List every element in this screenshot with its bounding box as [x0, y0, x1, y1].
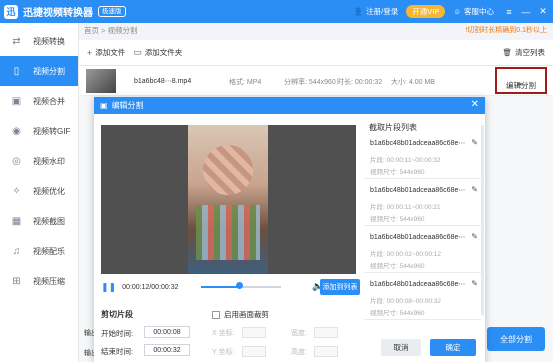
- time-display: 00:00:12/00:00:32: [122, 283, 179, 291]
- sidebar-item-watermark[interactable]: ◎ 视频水印: [0, 146, 78, 176]
- list-item[interactable]: b1a6bc48b01adceaa86c68e⋯ ✎ 片段: 00:00:08~…: [364, 274, 481, 320]
- sidebar-item-convert[interactable]: ⇄ 视频转换: [0, 26, 78, 56]
- list-item[interactable]: b1a6bc48b01adceaa86c68e⋯ ✎ 片段: 00:00:11~…: [364, 180, 481, 226]
- crop-width-label: 宽度:: [291, 330, 307, 337]
- sidebar-item-split[interactable]: ▯ 视频分割: [0, 56, 78, 86]
- clear-list-button[interactable]: 🗑 清空列表: [502, 47, 545, 58]
- ok-button[interactable]: 确定: [430, 339, 476, 356]
- user-icon: 👤: [353, 7, 364, 16]
- file-duration: 时长: 00:00:32: [337, 79, 383, 86]
- list-item[interactable]: b1a6bc48b01adceaa86c68e⋯ ✎ 片段: 00:00:11~…: [364, 133, 481, 179]
- video-frame: [188, 125, 268, 274]
- headset-icon: ☺: [453, 7, 461, 16]
- crop-x-label: X 坐标:: [212, 330, 235, 337]
- edit-pencil-icon[interactable]: ✎: [471, 279, 478, 288]
- file-format: 格式: MP4: [229, 79, 262, 86]
- video-thumbnail: [86, 69, 116, 93]
- segment-list-title: 截取片段列表: [369, 123, 417, 132]
- cancel-button[interactable]: 取消: [381, 339, 421, 356]
- file-name: b1a6bc48⋯8.mp4: [134, 78, 192, 85]
- vip-button[interactable]: 开通VIP: [406, 5, 446, 18]
- gif-icon: ◉: [12, 125, 21, 137]
- add-file-button[interactable]: + 添加文件: [87, 47, 125, 58]
- notice-text: !切割时长精确到0.1秒以上: [465, 27, 547, 34]
- crop-checkbox[interactable]: [212, 310, 220, 319]
- file-size: 大小: 4.00 MB: [391, 79, 435, 86]
- sidebar-item-screenshot[interactable]: ▦ 视频截图: [0, 206, 78, 236]
- close-icon[interactable]: ✕: [536, 6, 550, 17]
- crop-x-input[interactable]: [242, 327, 266, 338]
- split-icon: ▯: [13, 65, 20, 77]
- dialog-header: ▣ 编辑分割: [94, 97, 485, 114]
- edit-pencil-icon[interactable]: ✎: [471, 185, 478, 194]
- edit-split-button[interactable]: ✂ 编辑分割: [495, 67, 547, 94]
- crop-y-input[interactable]: [242, 346, 266, 357]
- sidebar-item-gif[interactable]: ◉ 视频转GIF: [0, 116, 78, 146]
- start-time-label: 开始时间:: [101, 329, 134, 338]
- dialog-title: 编辑分割: [111, 101, 144, 110]
- pause-icon[interactable]: ❚❚: [101, 282, 116, 293]
- film-icon: ▣: [100, 101, 108, 110]
- login-link[interactable]: 👤 注册/登录: [354, 6, 398, 17]
- sidebar-item-merge[interactable]: ▣ 视频合并: [0, 86, 78, 116]
- title-bar: 迅 迅捷视频转换器 极速版 👤 注册/登录 开通VIP ☺ 客服中心 ≡ — ✕: [0, 0, 553, 23]
- crop-y-label: Y 坐标:: [212, 349, 235, 356]
- edit-split-dialog: ▣ 编辑分割 ✕ ❚❚ 00:00:12/00:00:32 🔈 添加到列表 剪切…: [94, 97, 485, 362]
- watermark-icon: ◎: [12, 155, 21, 167]
- music-icon: ♫: [12, 245, 21, 257]
- edit-pencil-icon[interactable]: ✎: [471, 138, 478, 147]
- playback-controls: ❚❚ 00:00:12/00:00:32 🔈 添加到列表: [101, 279, 360, 295]
- convert-icon: ⇄: [12, 35, 21, 47]
- breadcrumb: 首页 > 视频分割: [84, 26, 138, 35]
- app-title: 迅捷视频转换器: [23, 8, 93, 19]
- crop-height-label: 高度:: [291, 349, 307, 356]
- plus-icon: +: [87, 47, 93, 58]
- add-folder-button[interactable]: ▭ 添加文件夹: [133, 47, 182, 58]
- edit-pencil-icon[interactable]: ✎: [471, 232, 478, 241]
- crop-toggle[interactable]: 启用画面裁剪: [212, 309, 269, 320]
- minimize-icon[interactable]: —: [519, 7, 533, 17]
- slider-handle[interactable]: [236, 282, 243, 289]
- sidebar-item-optimize[interactable]: ✧ 视频优化: [0, 176, 78, 206]
- list-scrollbar[interactable]: [481, 125, 484, 315]
- app-logo-icon: 迅: [4, 4, 18, 19]
- cut-section-title: 剪切片段: [101, 310, 133, 319]
- list-item[interactable]: b1a6bc48b01adceaa86c68e⋯ ✎ 片段: 00:00:02~…: [364, 227, 481, 273]
- crop-width-input[interactable]: [314, 327, 338, 338]
- end-time-input[interactable]: 00:00:32: [144, 344, 190, 356]
- file-resolution: 分辨率: 544x960: [284, 79, 336, 86]
- optimize-icon: ✧: [12, 185, 21, 197]
- video-preview[interactable]: [101, 125, 356, 274]
- all-split-button[interactable]: 全部分割: [487, 327, 545, 351]
- end-time-label: 结束时间:: [101, 347, 134, 356]
- toolbar: + 添加文件 ▭ 添加文件夹 🗑 清空列表: [79, 40, 553, 66]
- start-time-input[interactable]: 00:00:08: [144, 326, 190, 338]
- edition-badge: 极速版: [98, 6, 126, 17]
- screenshot-icon: ▦: [11, 215, 22, 227]
- add-to-list-button[interactable]: 添加到列表: [320, 279, 360, 295]
- crop-height-input[interactable]: [314, 346, 338, 357]
- sidebar-item-music[interactable]: ♫ 视频配乐: [0, 236, 78, 266]
- dialog-close-icon[interactable]: ✕: [471, 99, 479, 110]
- service-link[interactable]: ☺ 客服中心: [453, 6, 494, 17]
- folder-icon: ▭: [133, 47, 142, 57]
- compress-icon: ⊞: [12, 275, 21, 287]
- merge-icon: ▣: [11, 95, 22, 107]
- file-row: b1a6bc48⋯8.mp4 格式: MP4 分辨率: 544x960 时长: …: [79, 66, 553, 96]
- sidebar: ⇄ 视频转换 ▯ 视频分割 ▣ 视频合并 ◉ 视频转GIF ◎ 视频水印 ✧ 视频优化 ▦ 视…: [0, 23, 79, 362]
- trash-icon: 🗑: [502, 48, 512, 57]
- sidebar-item-compress[interactable]: ⊞ 视频压缩: [0, 266, 78, 296]
- menu-icon[interactable]: ≡: [502, 7, 516, 17]
